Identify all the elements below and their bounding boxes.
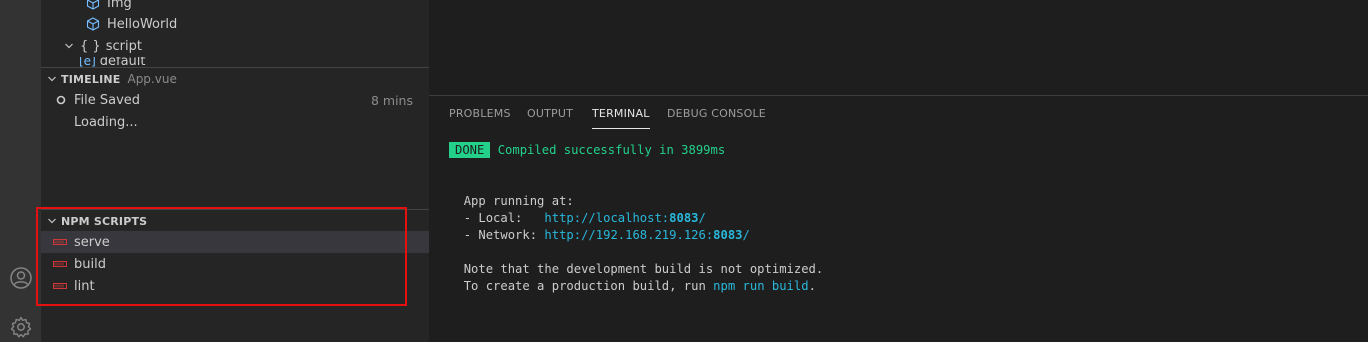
chevron-down-icon[interactable] [61,38,77,54]
done-badge: DONE [449,142,491,158]
tab-terminal[interactable]: TERMINAL [592,96,650,131]
cube-icon [86,0,102,10]
network-url[interactable]: http://192.168.219.126:8083/ [544,228,749,242]
bottom-panel: PROBLEMS OUTPUT TERMINAL DEBUG CONSOLE D… [429,96,1368,342]
chevron-down-icon[interactable] [44,213,60,229]
app-running-text: App running at: [463,194,574,208]
timeline-entry[interactable]: File Saved 8 mins [41,89,429,111]
timeline-entry-time: 8 mins [370,92,413,108]
npm-script-build[interactable]: build [41,253,429,275]
tree-item-label: script [105,38,142,54]
note-line-1: Note that the development build is not o… [463,262,824,276]
timeline-header[interactable]: TIMELINE App.vue [41,68,429,90]
terminal-output[interactable]: DONE Compiled successfully in 3899ms App… [449,142,823,295]
timeline-loading: Loading... [41,111,429,133]
npm-script-label: lint [74,278,95,294]
npm-script-serve[interactable]: serve [41,231,429,253]
local-url[interactable]: http://localhost:8083/ [544,211,705,225]
tab-output[interactable]: OUTPUT [527,96,573,131]
main-area: PROBLEMS OUTPUT TERMINAL DEBUG CONSOLE D… [429,0,1368,342]
note-line-2: To create a production build, run [463,279,714,293]
npm-icon [53,283,74,289]
tree-item-helloworld[interactable]: HelloWorld [41,13,429,35]
braces-icon: { } [80,38,101,54]
tree-item-label: HelloWorld [107,16,178,32]
timeline-file: App.vue [127,72,177,86]
npm-scripts-title: NPM SCRIPTS [61,214,148,228]
tree-item-label: default [99,57,146,67]
activity-bar [0,0,41,342]
chevron-down-icon[interactable] [44,71,60,87]
variable-icon: [e] [79,57,96,67]
npm-icon [53,261,74,267]
npm-run-build-command: npm run build [713,279,809,293]
loading-text: Loading... [74,114,138,130]
tree-item-default[interactable]: [e] default [41,57,429,67]
tab-debug-console[interactable]: DEBUG CONSOLE [667,96,766,131]
npm-script-label: serve [74,234,110,250]
accounts-icon[interactable] [4,263,37,293]
circle-icon [56,95,72,105]
npm-icon [53,239,74,245]
npm-scripts-header[interactable]: NPM SCRIPTS [41,210,429,232]
cube-icon [86,17,102,31]
timeline-title: TIMELINE [61,72,121,86]
tab-problems[interactable]: PROBLEMS [449,96,511,131]
editor-area[interactable] [429,0,1368,96]
network-label: - Network: [463,228,545,242]
tree-item-script[interactable]: { } script [41,35,429,57]
compiled-message: Compiled successfully in 3899ms [497,143,726,157]
local-label: - Local: [463,211,545,225]
gear-icon[interactable] [4,312,37,342]
sidebar: Img HelloWorld { } script [e] default TI… [41,0,429,342]
timeline-entry-label: File Saved [74,92,141,108]
npm-script-lint[interactable]: lint [41,275,429,297]
tree-item-label: Img [107,0,132,11]
tree-item-img[interactable]: Img [41,0,429,14]
npm-script-label: build [74,256,106,272]
